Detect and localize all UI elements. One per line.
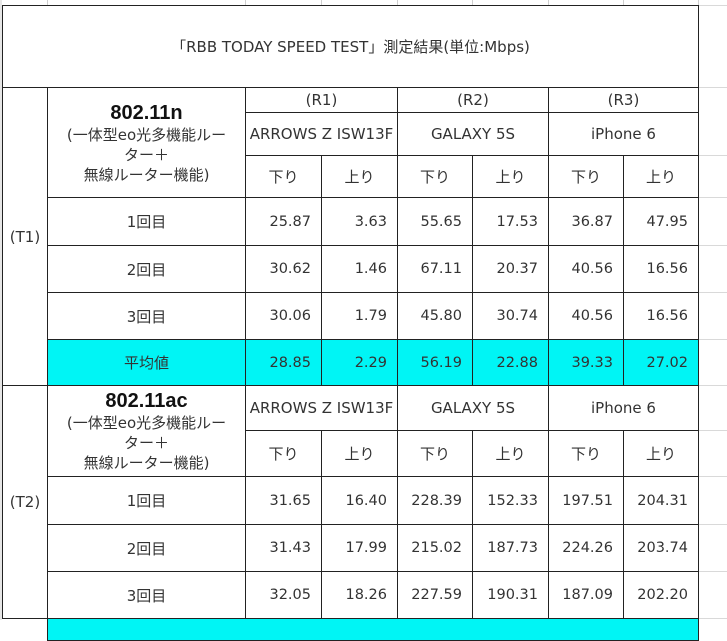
device-name[interactable]: GALAXY 5S bbox=[397, 385, 549, 431]
table-title[interactable]: 「RBB TODAY SPEED TEST」測定結果(単位:Mbps) bbox=[2, 5, 699, 88]
sheet-gridline bbox=[698, 155, 727, 156]
speed-value[interactable]: 47.95 bbox=[623, 197, 699, 246]
speed-value[interactable]: 16.56 bbox=[623, 245, 699, 293]
sheet-gridline bbox=[698, 87, 727, 88]
test-id-label[interactable]: (T2) bbox=[2, 385, 48, 619]
router-description: ター＋ bbox=[123, 145, 169, 164]
router-description: 無線ルーター機能) bbox=[83, 165, 210, 184]
speed-value[interactable]: 202.20 bbox=[623, 571, 699, 619]
trial-label[interactable]: 3回目 bbox=[47, 292, 246, 340]
speed-value[interactable]: 1.46 bbox=[321, 245, 398, 293]
speed-value[interactable]: 31.43 bbox=[245, 524, 322, 572]
speed-value[interactable]: 18.26 bbox=[321, 571, 398, 619]
average-value[interactable]: 2.29 bbox=[321, 339, 398, 386]
test-id-label[interactable]: (T1) bbox=[2, 87, 48, 386]
trial-label[interactable]: 1回目 bbox=[47, 476, 246, 525]
router-description: ター＋ bbox=[123, 434, 169, 452]
speed-value[interactable]: 16.56 bbox=[623, 292, 699, 340]
speed-value[interactable]: 190.31 bbox=[472, 571, 549, 619]
sheet-gridline bbox=[698, 292, 727, 293]
speed-value[interactable]: 152.33 bbox=[472, 476, 549, 525]
speed-value[interactable]: 30.74 bbox=[472, 292, 549, 340]
speed-value[interactable]: 203.74 bbox=[623, 524, 699, 572]
wifi-standard-cell[interactable]: 802.11ac (一体型eo光多機能ルー ター＋ 無線ルーター機能) bbox=[47, 385, 246, 477]
average-value[interactable]: 56.19 bbox=[397, 339, 473, 386]
speed-value[interactable]: 40.56 bbox=[548, 245, 624, 293]
trial-label[interactable]: 1回目 bbox=[47, 197, 246, 246]
speed-value[interactable]: 32.05 bbox=[245, 571, 322, 619]
sheet-gridline bbox=[698, 476, 727, 477]
download-header[interactable]: 下り bbox=[548, 155, 624, 198]
device-name[interactable]: iPhone 6 bbox=[548, 385, 699, 431]
sheet-gridline bbox=[698, 5, 727, 6]
speed-value[interactable]: 224.26 bbox=[548, 524, 624, 572]
upload-header[interactable]: 上り bbox=[321, 430, 398, 477]
sheet-gridline bbox=[698, 245, 727, 246]
device-name[interactable]: GALAXY 5S bbox=[397, 112, 549, 156]
speed-value[interactable]: 17.53 bbox=[472, 197, 549, 246]
speed-value[interactable]: 227.59 bbox=[397, 571, 473, 619]
router-description: (一体型eo光多機能ルー bbox=[66, 125, 227, 144]
router-label[interactable]: (R3) bbox=[548, 87, 699, 113]
router-description: 無線ルーター機能) bbox=[83, 454, 210, 472]
router-label[interactable]: (R1) bbox=[245, 87, 398, 113]
download-header[interactable]: 下り bbox=[245, 430, 322, 477]
router-description: (一体型eo光多機能ルー bbox=[66, 414, 227, 432]
trial-label[interactable]: 3回目 bbox=[47, 571, 246, 619]
speed-value[interactable]: 1.79 bbox=[321, 292, 398, 340]
sheet-gridline bbox=[698, 385, 727, 386]
device-name[interactable]: iPhone 6 bbox=[548, 112, 699, 156]
average-value[interactable]: 28.85 bbox=[245, 339, 322, 386]
trial-label[interactable]: 2回目 bbox=[47, 245, 246, 293]
wifi-standard: 802.11n bbox=[110, 101, 183, 124]
speed-value[interactable]: 20.37 bbox=[472, 245, 549, 293]
speed-value[interactable]: 3.63 bbox=[321, 197, 398, 246]
download-header[interactable]: 下り bbox=[548, 430, 624, 477]
sheet-gridline bbox=[698, 430, 727, 431]
sheet-gridline bbox=[698, 618, 727, 619]
average-value[interactable]: 39.33 bbox=[548, 339, 624, 386]
speed-value[interactable]: 36.87 bbox=[548, 197, 624, 246]
speed-value[interactable]: 40.56 bbox=[548, 292, 624, 340]
wifi-standard: 802.11ac bbox=[105, 390, 188, 412]
speed-value[interactable]: 215.02 bbox=[397, 524, 473, 572]
download-header[interactable]: 下り bbox=[397, 430, 473, 477]
upload-header[interactable]: 上り bbox=[321, 155, 398, 198]
speed-value[interactable]: 55.65 bbox=[397, 197, 473, 246]
upload-header[interactable]: 上り bbox=[472, 155, 549, 198]
speed-value[interactable]: 16.40 bbox=[321, 476, 398, 525]
device-name[interactable]: ARROWS Z ISW13F bbox=[245, 112, 398, 156]
router-label[interactable]: (R2) bbox=[397, 87, 549, 113]
speed-value[interactable]: 31.65 bbox=[245, 476, 322, 525]
device-name[interactable]: ARROWS Z ISW13F bbox=[245, 385, 398, 431]
trial-label[interactable]: 2回目 bbox=[47, 524, 246, 572]
upload-header[interactable]: 上り bbox=[472, 430, 549, 477]
speed-value[interactable]: 187.73 bbox=[472, 524, 549, 572]
speed-value[interactable]: 17.99 bbox=[321, 524, 398, 572]
speed-value[interactable]: 228.39 bbox=[397, 476, 473, 525]
speed-value[interactable]: 67.11 bbox=[397, 245, 473, 293]
speed-value[interactable]: 25.87 bbox=[245, 197, 322, 246]
wifi-standard-cell[interactable]: 802.11n (一体型eo光多機能ルー ター＋ 無線ルーター機能) bbox=[47, 87, 246, 198]
sheet-gridline bbox=[698, 197, 727, 198]
upload-header[interactable]: 上り bbox=[623, 430, 699, 477]
average-row-partial bbox=[47, 618, 699, 641]
download-header[interactable]: 下り bbox=[397, 155, 473, 198]
average-value[interactable]: 27.02 bbox=[623, 339, 699, 386]
download-header[interactable]: 下り bbox=[245, 155, 322, 198]
speed-value[interactable]: 30.06 bbox=[245, 292, 322, 340]
speed-value[interactable]: 204.31 bbox=[623, 476, 699, 525]
average-label[interactable]: 平均値 bbox=[47, 339, 246, 386]
sheet-gridline bbox=[698, 571, 727, 572]
speed-value[interactable]: 30.62 bbox=[245, 245, 322, 293]
speed-value[interactable]: 45.80 bbox=[397, 292, 473, 340]
speed-value[interactable]: 187.09 bbox=[548, 571, 624, 619]
speed-value[interactable]: 197.51 bbox=[548, 476, 624, 525]
upload-header[interactable]: 上り bbox=[623, 155, 699, 198]
sheet-gridline bbox=[698, 524, 727, 525]
sheet-gridline bbox=[698, 339, 727, 340]
average-value[interactable]: 22.88 bbox=[472, 339, 549, 386]
